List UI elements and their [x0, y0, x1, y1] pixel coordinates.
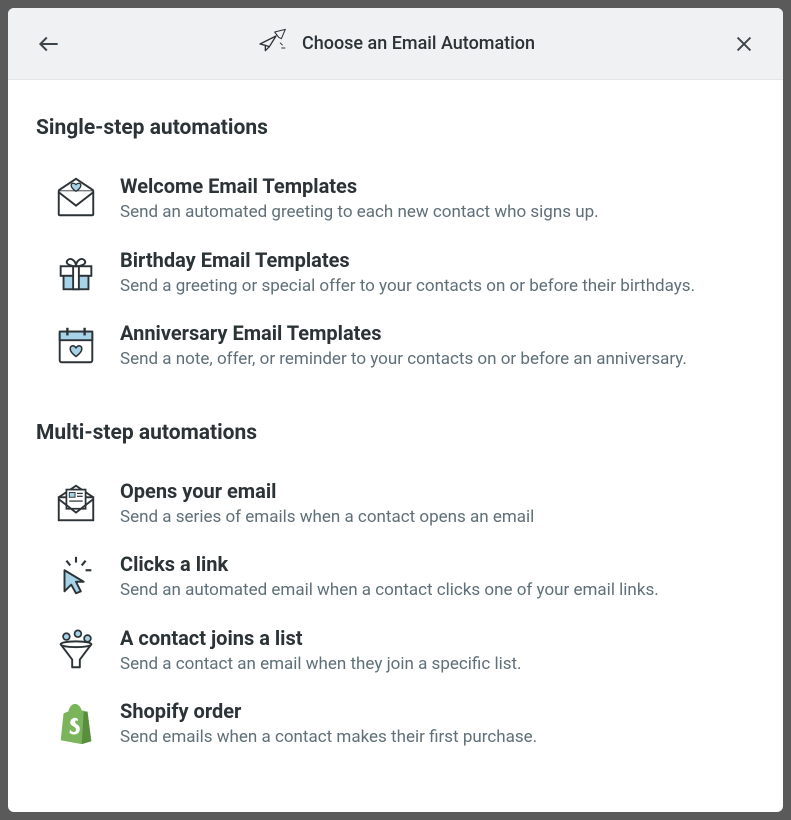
section-single-step: Single-step automations Welcome Email Te…	[36, 116, 755, 379]
item-text: Birthday Email Templates Send a greeting…	[120, 248, 755, 300]
envelope-open-icon	[52, 479, 100, 527]
modal-title: Choose an Email Automation	[302, 33, 535, 54]
automation-opens-email[interactable]: Opens your email Send a series of emails…	[36, 473, 755, 537]
arrow-left-icon	[36, 31, 62, 57]
automation-shopify-order[interactable]: Shopify order Send emails when a contact…	[36, 693, 755, 757]
close-button[interactable]	[733, 33, 755, 55]
calendar-heart-icon	[52, 321, 100, 369]
item-desc: Send a contact an email when they join a…	[120, 652, 755, 678]
automation-clicks-link[interactable]: Clicks a link Send an automated email wh…	[36, 546, 755, 610]
item-text: Shopify order Send emails when a contact…	[120, 699, 755, 751]
item-desc: Send a greeting or special offer to your…	[120, 274, 755, 300]
item-title: Anniversary Email Templates	[120, 321, 755, 345]
section-title: Single-step automations	[36, 116, 755, 140]
modal: Choose an Email Automation Single-step a…	[8, 8, 783, 812]
item-desc: Send an automated greeting to each new c…	[120, 200, 755, 226]
paper-plane-icon	[256, 28, 288, 60]
item-text: Welcome Email Templates Send an automate…	[120, 174, 755, 226]
item-text: Anniversary Email Templates Send a note,…	[120, 321, 755, 373]
automation-anniversary[interactable]: Anniversary Email Templates Send a note,…	[36, 315, 755, 379]
back-button[interactable]	[36, 31, 62, 57]
cursor-click-icon	[52, 552, 100, 600]
gift-icon	[52, 248, 100, 296]
modal-header: Choose an Email Automation	[8, 8, 783, 80]
section-multi-step: Multi-step automations Opens	[36, 421, 755, 757]
item-title: A contact joins a list	[120, 626, 755, 650]
item-desc: Send an automated email when a contact c…	[120, 578, 755, 604]
shopify-icon	[52, 699, 100, 747]
header-center: Choose an Email Automation	[32, 28, 759, 60]
funnel-icon	[52, 626, 100, 674]
item-title: Opens your email	[120, 479, 755, 503]
envelope-heart-icon	[52, 174, 100, 222]
item-title: Shopify order	[120, 699, 755, 723]
item-title: Welcome Email Templates	[120, 174, 755, 198]
item-text: A contact joins a list Send a contact an…	[120, 626, 755, 678]
item-title: Birthday Email Templates	[120, 248, 755, 272]
close-icon	[733, 33, 755, 55]
automation-joins-list[interactable]: A contact joins a list Send a contact an…	[36, 620, 755, 684]
item-text: Opens your email Send a series of emails…	[120, 479, 755, 531]
item-desc: Send a note, offer, or reminder to your …	[120, 347, 755, 373]
section-title: Multi-step automations	[36, 421, 755, 445]
item-title: Clicks a link	[120, 552, 755, 576]
item-desc: Send emails when a contact makes their f…	[120, 725, 755, 751]
item-text: Clicks a link Send an automated email wh…	[120, 552, 755, 604]
modal-content: Single-step automations Welcome Email Te…	[8, 80, 783, 812]
item-desc: Send a series of emails when a contact o…	[120, 505, 755, 531]
automation-welcome[interactable]: Welcome Email Templates Send an automate…	[36, 168, 755, 232]
automation-birthday[interactable]: Birthday Email Templates Send a greeting…	[36, 242, 755, 306]
